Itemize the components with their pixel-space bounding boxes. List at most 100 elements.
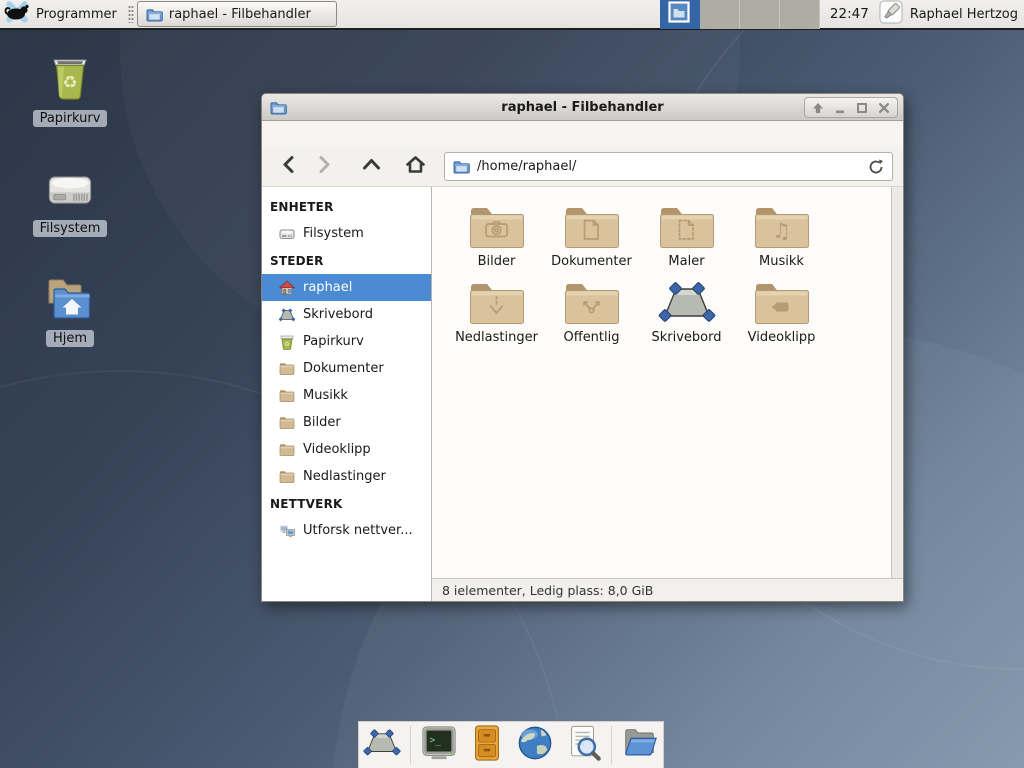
maximize-button[interactable] <box>851 98 873 117</box>
file-item-videoklipp[interactable]: Videoklipp <box>734 279 829 345</box>
file-item-label: Dokumenter <box>551 254 632 269</box>
path-bar[interactable]: /home/raphael/ <box>444 152 893 181</box>
file-item-nedlastinger[interactable]: Nedlastinger <box>449 279 544 345</box>
svg-text:♻: ♻ <box>62 73 77 93</box>
reload-icon[interactable] <box>868 159 884 175</box>
applications-menu-button[interactable]: Programmer <box>0 0 125 28</box>
folder-sm-icon <box>279 361 295 377</box>
sidebar-item-label: Papirkurv <box>303 334 364 349</box>
desktop-icon-trash[interactable]: ♻ Papirkurv <box>18 53 122 127</box>
workspace-pager[interactable] <box>660 0 820 29</box>
sidebar-item-raphael[interactable]: raphael <box>262 274 431 301</box>
up-button[interactable] <box>356 152 386 182</box>
workspace-4[interactable] <box>780 0 820 29</box>
file-item-skrivebord[interactable]: Skrivebord <box>639 279 734 345</box>
dock-item-terminal[interactable]: >_ <box>419 725 459 765</box>
sidebar-item-utforsk-nettver[interactable]: Utforsk nettver... <box>262 517 431 544</box>
menu-hjelp[interactable] <box>338 131 356 137</box>
dock-item-show-desktop[interactable] <box>362 725 402 765</box>
home-icon <box>405 154 426 179</box>
shade-button[interactable] <box>807 98 829 117</box>
minimize-button[interactable] <box>829 98 851 117</box>
dock-item-search-doc[interactable] <box>563 725 603 765</box>
file-item-maler[interactable]: Maler <box>639 203 734 269</box>
sidebar-item-musikk[interactable]: Musikk <box>262 382 431 409</box>
dock-item-cabinet[interactable] <box>467 725 507 765</box>
close-button[interactable] <box>873 98 895 117</box>
menu-g[interactable] <box>320 131 338 137</box>
sidebar-item-label: Videoklipp <box>303 442 371 457</box>
menu-vis[interactable] <box>302 131 320 137</box>
back-button[interactable] <box>274 152 304 182</box>
cabinet-icon <box>468 724 506 766</box>
window-title: raphael - Filbehandler <box>501 100 663 115</box>
taskbar-window-label: raphael - Filbehandler <box>169 7 311 22</box>
panel-grip-handle[interactable] <box>128 5 134 23</box>
clock: 22:47 <box>820 6 877 22</box>
svg-text:♻: ♻ <box>284 341 289 348</box>
file-item-label: Bilder <box>478 254 516 269</box>
home-button[interactable] <box>400 152 430 182</box>
file-view[interactable]: Bilder Dokumenter Maler ♫ Musikk Nedlast… <box>432 187 891 578</box>
file-item-bilder[interactable]: Bilder <box>449 203 544 269</box>
taskbar-window-button[interactable]: raphael - Filbehandler <box>137 1 337 27</box>
harddrive-sm-icon <box>279 226 295 242</box>
workspace-2[interactable] <box>700 0 740 29</box>
desktop-icon-filesystem[interactable]: Filsystem <box>18 163 122 237</box>
folder-template-icon <box>658 203 716 251</box>
sidebar-item-dokumenter[interactable]: Dokumenter <box>262 355 431 382</box>
file-grid: Bilder Dokumenter Maler ♫ Musikk Nedlast… <box>449 203 891 345</box>
sidebar-item-bilder[interactable]: Bilder <box>262 409 431 436</box>
workspace-3[interactable] <box>740 0 780 29</box>
folder-icon <box>146 7 163 22</box>
desktop-icon-label: Papirkurv <box>33 110 108 127</box>
network-sm-icon <box>279 523 295 539</box>
sidebar-item-papirkurv[interactable]: ♻ Papirkurv <box>262 328 431 355</box>
folder-sm-icon <box>279 415 295 431</box>
sidebar: ENHETER Filsystem STEDER raphael Skriveb… <box>262 187 432 601</box>
dock-item-folder-open[interactable] <box>620 725 660 765</box>
sidebar-item-label: raphael <box>303 280 352 295</box>
sidebar-item-nedlastinger[interactable]: Nedlastinger <box>262 463 431 490</box>
sidebar-item-filsystem[interactable]: Filsystem <box>262 220 431 247</box>
workspace-1[interactable] <box>660 0 700 29</box>
file-item-musikk[interactable]: ♫ Musikk <box>734 203 829 269</box>
file-item-dokumenter[interactable]: Dokumenter <box>544 203 639 269</box>
sidebar-item-skrivebord[interactable]: Skrivebord <box>262 301 431 328</box>
xfce-logo-icon <box>4 1 30 27</box>
top-panel: Programmer raphael - Filbehandler 22:47 … <box>0 0 1024 30</box>
folder-music-icon: ♫ <box>753 203 811 251</box>
sidebar-item-label: Utforsk nettver... <box>303 523 413 538</box>
path-input[interactable]: /home/raphael/ <box>477 159 861 174</box>
sidebar-section-header: STEDER <box>262 247 431 274</box>
svg-text:>_: >_ <box>430 735 442 746</box>
sidebar-item-label: Skrivebord <box>303 307 373 322</box>
menu-fil[interactable] <box>266 131 284 137</box>
desktop-icon-home[interactable]: Hjem <box>18 273 122 347</box>
sidebar-section-header: NETTVERK <box>262 490 431 517</box>
home-folder-icon <box>44 273 96 325</box>
vertical-scrollbar[interactable] <box>891 187 903 578</box>
dock-item-globe[interactable] <box>515 725 555 765</box>
folder-sm-icon <box>279 442 295 458</box>
user-session-button[interactable]: Raphael Hertzog <box>877 0 1024 28</box>
window-titlebar[interactable]: raphael - Filbehandler <box>262 94 903 121</box>
svg-text:♫: ♫ <box>772 219 791 243</box>
folder-download-icon <box>468 279 526 327</box>
sidebar-item-label: Musikk <box>303 388 348 403</box>
dock: >_ <box>358 721 664 768</box>
back-icon <box>279 154 300 179</box>
sidebar-item-label: Filsystem <box>303 226 364 241</box>
forward-button[interactable] <box>308 152 338 182</box>
menu-rediger[interactable] <box>284 131 302 137</box>
window-preview-icon <box>668 1 690 27</box>
sidebar-item-videoklipp[interactable]: Videoklipp <box>262 436 431 463</box>
folder-document-icon <box>563 203 621 251</box>
file-item-offentlig[interactable]: Offentlig <box>544 279 639 345</box>
up-icon <box>361 154 382 179</box>
status-bar: 8 ielementer, Ledig plass: 8,0 GiB <box>432 578 903 601</box>
session-action-icon <box>879 0 903 28</box>
desktop-big-icon <box>658 279 716 327</box>
sidebar-item-label: Nedlastinger <box>303 469 386 484</box>
toolbar: /home/raphael/ <box>262 147 903 187</box>
